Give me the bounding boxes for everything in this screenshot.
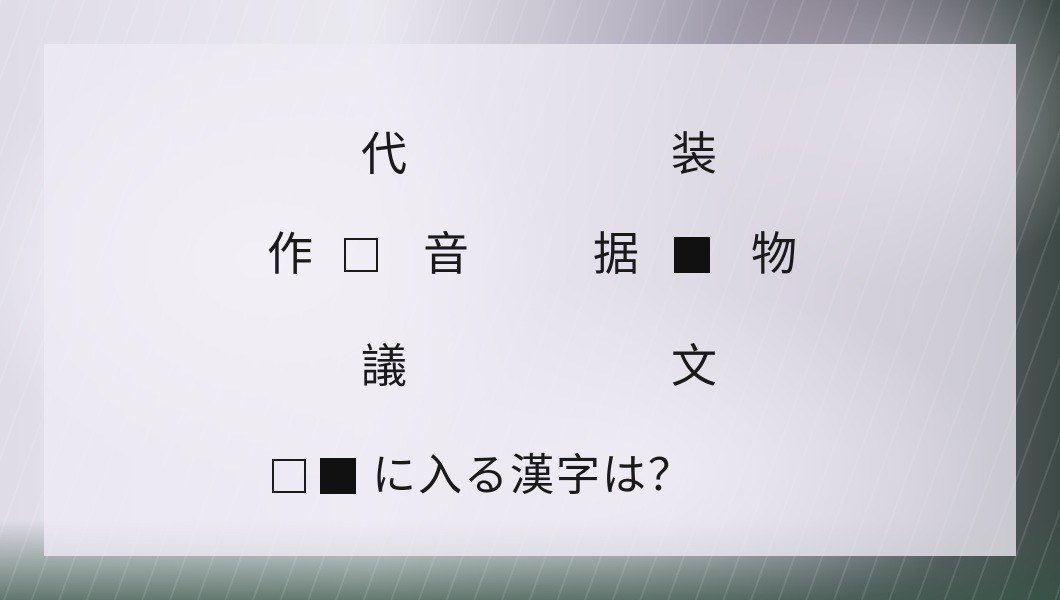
- left-top-char: 代: [361, 127, 407, 181]
- left-left-char: 作: [267, 227, 313, 281]
- question-filled-square: [320, 458, 356, 494]
- right-left-char: 据: [593, 227, 639, 281]
- question-text: に入る漢字は？: [372, 450, 694, 501]
- right-bottom-char: 文: [671, 339, 717, 393]
- question-empty-square: [272, 459, 306, 493]
- left-right-char: 音: [423, 227, 469, 281]
- right-top-char: 装: [671, 127, 717, 181]
- question-line: に入る漢字は？: [272, 448, 694, 504]
- blank-filled-square: [674, 237, 710, 273]
- blank-empty-square: [344, 238, 378, 272]
- right-right-char: 物: [751, 227, 797, 281]
- left-bottom-char: 議: [361, 339, 407, 393]
